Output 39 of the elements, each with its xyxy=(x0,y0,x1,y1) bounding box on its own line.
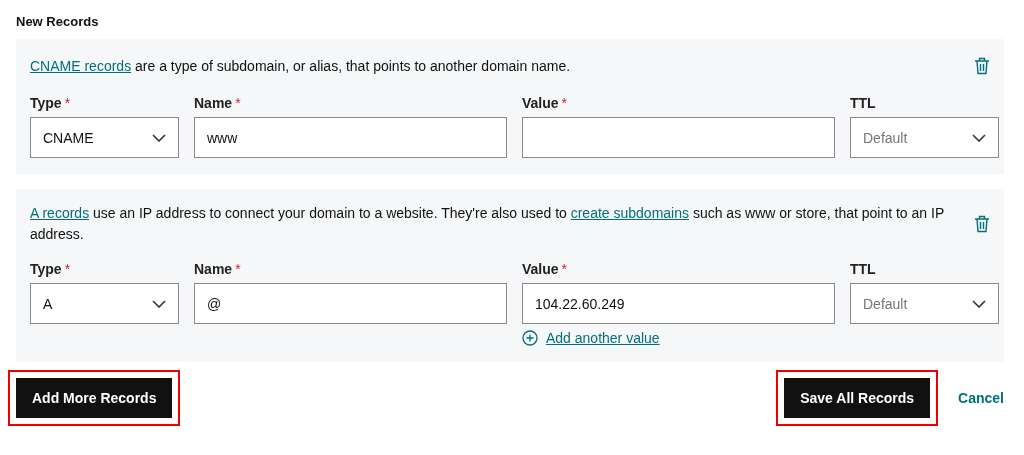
help-link[interactable]: CNAME records xyxy=(30,57,132,74)
chevron-down-icon xyxy=(152,133,166,142)
field-label: TTL xyxy=(850,261,876,277)
field-label: Type xyxy=(30,95,62,111)
input-field[interactable]: @ xyxy=(194,283,507,324)
help-link[interactable]: create subdomains xyxy=(570,205,689,221)
help-link[interactable]: A records xyxy=(30,205,90,221)
chevron-down-icon xyxy=(972,299,986,308)
field-label: Name xyxy=(194,261,233,277)
select-field[interactable]: CNAME xyxy=(30,117,179,158)
select-field[interactable]: Default xyxy=(850,117,999,158)
trash-icon[interactable] xyxy=(974,57,990,75)
trash-icon[interactable] xyxy=(974,215,990,233)
save-button[interactable]: Save All Records xyxy=(784,378,931,418)
input-field[interactable] xyxy=(522,117,835,158)
field-label: Value xyxy=(522,95,559,111)
add-value-link[interactable]: Add another value xyxy=(522,330,835,346)
select-field[interactable]: A xyxy=(30,283,179,324)
field-label: TTL xyxy=(850,95,876,111)
field-label: Name xyxy=(194,95,233,111)
chevron-down-icon xyxy=(152,299,166,308)
field-label: Value xyxy=(522,261,559,277)
required-mark: * xyxy=(561,261,568,277)
required-mark: * xyxy=(235,261,241,277)
plus-circle-icon xyxy=(522,330,538,346)
field-label: Type xyxy=(30,261,62,277)
record-description: A records use an IP address to connect your domain to a website. They're also used to create subdomains such as www or store, that point to an IP address. xyxy=(30,204,945,244)
section-heading: New Records xyxy=(16,14,100,29)
chevron-down-icon xyxy=(972,133,986,142)
record-description: CNAME records are a type of subdomain, or alias, that points to another domain name. xyxy=(30,56,572,76)
select-field[interactable]: Default xyxy=(850,283,999,324)
input-field[interactable]: www xyxy=(194,117,507,158)
required-mark: * xyxy=(64,261,71,277)
add-records-button[interactable]: Add More Records xyxy=(16,378,173,418)
input-field[interactable]: 104.22.60.249 xyxy=(522,283,835,324)
cancel-link[interactable]: Cancel xyxy=(958,390,1004,406)
required-mark: * xyxy=(64,95,71,111)
required-mark: * xyxy=(235,95,241,111)
required-mark: * xyxy=(561,95,568,111)
